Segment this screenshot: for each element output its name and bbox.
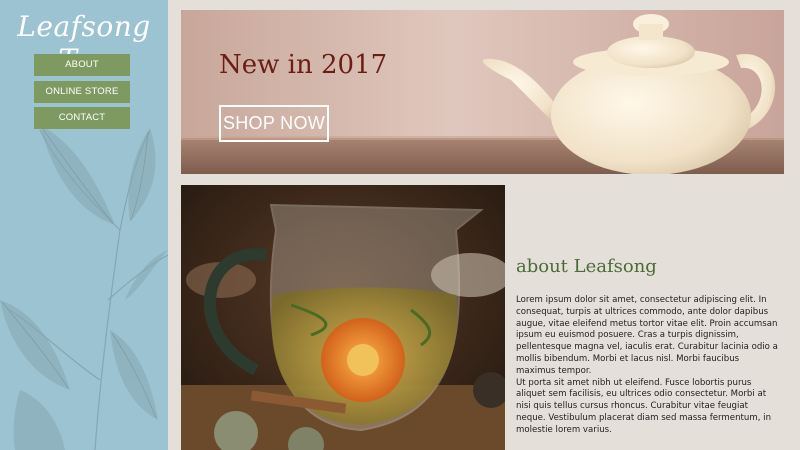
tea-photo (181, 185, 505, 450)
hero-banner: New in 2017 SHOP NOW (181, 10, 784, 174)
about-paragraph-2: Ut porta sit amet nibh ut eleifend. Fusc… (516, 377, 772, 435)
about-paragraph-1: Lorem ipsum dolor sit amet, consectetur … (516, 295, 778, 376)
glass-teapot-flower-tea-photo (181, 185, 505, 450)
page-margin (784, 0, 800, 450)
banner-title: New in 2017 (219, 50, 388, 80)
about-heading: about Leafsong (516, 256, 657, 277)
nav-contact-button[interactable]: CONTACT (34, 107, 130, 129)
sidebar: Leafsong Tea ABOUT ONLINE STORE CONTACT (0, 0, 168, 450)
shop-now-button[interactable]: SHOP NOW (219, 105, 329, 142)
nav-about-button[interactable]: ABOUT (34, 54, 130, 76)
teapot-photo (181, 10, 784, 174)
nav-online-store-button[interactable]: ONLINE STORE (34, 80, 130, 103)
main-nav: ABOUT ONLINE STORE CONTACT (34, 54, 130, 134)
about-section: about Leafsong Lorem ipsum dolor sit ame… (516, 256, 778, 437)
